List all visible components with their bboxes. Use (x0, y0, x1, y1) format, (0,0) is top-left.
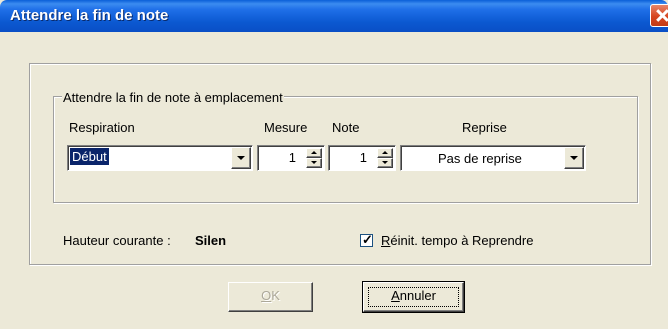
ok-button-label: OK (261, 288, 280, 303)
checkmark-icon: ✓ (362, 232, 373, 247)
reset-tempo-checkbox[interactable]: ✓ (360, 232, 373, 247)
spin-down-icon (382, 161, 388, 164)
note-spin-up[interactable] (377, 148, 393, 158)
spin-up-icon (382, 151, 388, 154)
reprise-select-value: Pas de reprise (438, 151, 522, 166)
cancel-button[interactable]: Annuler (362, 281, 465, 313)
mesure-label: Mesure (264, 120, 308, 135)
note-label: Note (332, 120, 360, 135)
mesure-value: 1 (288, 150, 296, 165)
spin-up-icon (311, 151, 317, 154)
close-icon[interactable] (650, 4, 668, 27)
mesure-spin-down[interactable] (306, 158, 322, 168)
note-spinner[interactable]: 1 (328, 145, 396, 171)
dialog-window: Attendre la fin de note Attendre la fin … (0, 0, 668, 329)
respiration-dropdown-button[interactable] (231, 147, 251, 169)
chevron-down-icon (237, 156, 245, 160)
current-pitch-label: Hauteur courante : (63, 233, 171, 248)
focus-rect (368, 287, 459, 307)
group-legend: Attendre la fin de note à emplacement (62, 90, 284, 105)
reprise-select[interactable]: Pas de reprise (400, 145, 586, 171)
spin-down-icon (311, 161, 317, 164)
mesure-spin-up[interactable] (306, 148, 322, 158)
window-title: Attendre la fin de note (10, 7, 169, 24)
ok-button[interactable]: OK (228, 282, 313, 312)
reset-tempo-label[interactable]: Réinit. tempo à Reprendre (381, 233, 533, 248)
title-bar[interactable]: Attendre la fin de note (0, 0, 668, 32)
note-value: 1 (359, 150, 367, 165)
respiration-label: Respiration (69, 120, 135, 135)
chevron-down-icon (570, 156, 578, 160)
reprise-dropdown-button[interactable] (564, 147, 584, 169)
note-spin-down[interactable] (377, 158, 393, 168)
reprise-label: Reprise (462, 120, 507, 135)
respiration-select[interactable]: Début (67, 145, 253, 171)
mesure-spinner[interactable]: 1 (257, 145, 325, 171)
current-pitch-value: Silen (195, 233, 227, 248)
respiration-select-value: Début (70, 148, 109, 165)
